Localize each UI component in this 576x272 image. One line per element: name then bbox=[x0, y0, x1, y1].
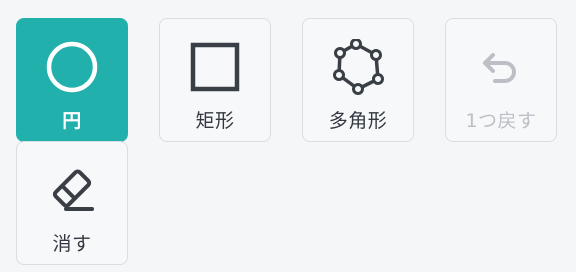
rectangle-tool-label: 矩形 bbox=[195, 110, 235, 132]
polygon-tool-button[interactable]: 多角形 bbox=[302, 18, 414, 142]
rectangle-tool-button[interactable]: 矩形 bbox=[159, 18, 271, 142]
drawing-toolbar: 円 矩形 多角形 1つ戻す 消す bbox=[0, 0, 576, 272]
square-icon bbox=[187, 39, 243, 95]
undo-icon bbox=[473, 39, 529, 95]
undo-button[interactable]: 1つ戻す bbox=[445, 18, 557, 142]
erase-tool-label: 消す bbox=[52, 233, 92, 255]
polygon-icon bbox=[330, 39, 386, 95]
circle-tool-button[interactable]: 円 bbox=[16, 18, 128, 142]
circle-tool-label: 円 bbox=[62, 110, 82, 132]
erase-tool-button[interactable]: 消す bbox=[16, 141, 128, 265]
polygon-tool-label: 多角形 bbox=[328, 110, 388, 132]
eraser-icon bbox=[44, 162, 100, 218]
undo-label: 1つ戻す bbox=[465, 110, 537, 132]
circle-icon bbox=[44, 39, 100, 95]
